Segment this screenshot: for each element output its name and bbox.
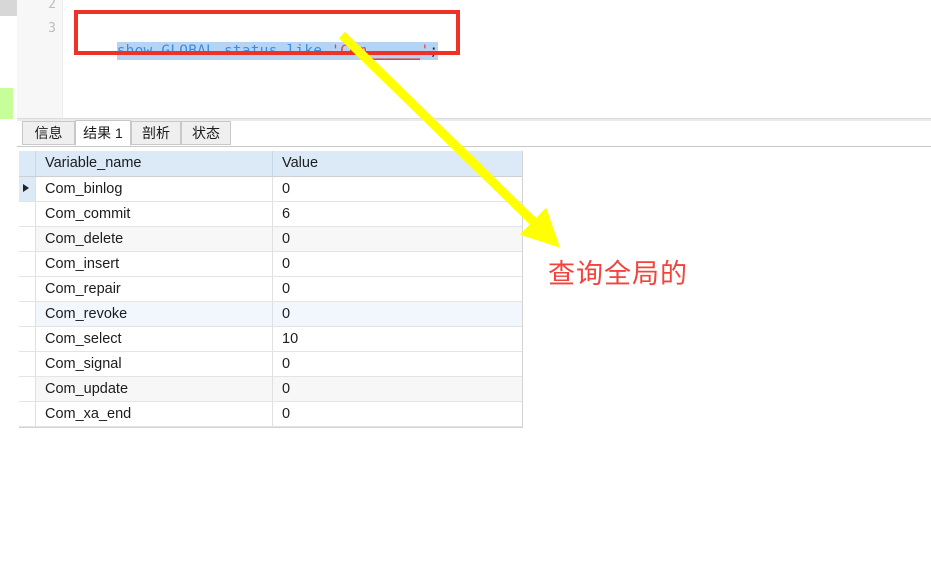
cell-value[interactable]: 0 [273,177,522,201]
table-row[interactable]: Com_signal 0 [19,352,522,377]
cell-variable-name[interactable]: Com_signal [36,352,273,376]
table-row[interactable]: Com_update 0 [19,377,522,402]
cell-variable-name[interactable]: Com_binlog [36,177,273,201]
sql-editor-panel[interactable]: 2 3 show GLOBAL status like 'Com______'; [17,0,931,118]
row-marker-cell[interactable] [19,302,36,326]
table-row[interactable]: Com_delete 0 [19,227,522,252]
results-pane: 信息 结果 1 剖析 状态 Variable_name Value Com_bi… [17,120,931,578]
tab-info[interactable]: 信息 [22,121,75,145]
cell-variable-name[interactable]: Com_revoke [36,302,273,326]
table-row[interactable]: Com_xa_end 0 [19,402,522,427]
grid-header-row: Variable_name Value [19,151,522,177]
cell-value[interactable]: 0 [273,352,522,376]
gutter-gray-marker [0,0,17,16]
line-number-3: 3 [48,21,56,36]
table-row[interactable]: Com_insert 0 [19,252,522,277]
row-marker-cell[interactable] [19,327,36,351]
row-marker-cell[interactable] [19,402,36,426]
gutter-green-marker [0,88,13,119]
sql-highlight-rectangle [74,10,460,55]
table-row[interactable]: Com_select 10 [19,327,522,352]
cell-variable-name[interactable]: Com_select [36,327,273,351]
cell-value[interactable]: 0 [273,402,522,426]
cell-value[interactable]: 6 [273,202,522,226]
results-tab-bar: 信息 结果 1 剖析 状态 [17,120,931,147]
cell-value[interactable]: 0 [273,252,522,276]
current-row-arrow-icon [23,184,29,192]
cell-variable-name[interactable]: Com_xa_end [36,402,273,426]
row-marker-cell[interactable] [19,227,36,251]
grid-body: Com_binlog 0 Com_commit 6 Com_delete 0 Com_ins… [19,177,522,427]
tab-profile[interactable]: 剖析 [131,121,181,145]
cell-value[interactable]: 10 [273,327,522,351]
cell-value[interactable]: 0 [273,377,522,401]
table-row[interactable]: Com_binlog 0 [19,177,522,202]
row-marker-cell[interactable] [19,177,36,201]
table-row[interactable]: Com_commit 6 [19,202,522,227]
row-marker-cell[interactable] [19,352,36,376]
cell-variable-name[interactable]: Com_insert [36,252,273,276]
tab-result-1[interactable]: 结果 1 [75,120,131,146]
row-marker-cell[interactable] [19,252,36,276]
row-marker-cell[interactable] [19,202,36,226]
header-marker-cell [19,151,36,176]
row-marker-cell[interactable] [19,277,36,301]
outer-gutter-strip [0,0,17,578]
result-grid[interactable]: Variable_name Value Com_binlog 0 Com_commi… [19,151,523,428]
tab-status[interactable]: 状态 [181,121,231,145]
cell-variable-name[interactable]: Com_update [36,377,273,401]
cell-variable-name[interactable]: Com_commit [36,202,273,226]
editor-line-number-gutter: 2 3 [17,0,63,118]
column-header-variable-name[interactable]: Variable_name [36,151,273,176]
line-number-2: 2 [48,0,56,12]
row-marker-cell[interactable] [19,377,36,401]
column-header-value[interactable]: Value [273,151,522,176]
cell-variable-name[interactable]: Com_repair [36,277,273,301]
cell-value[interactable]: 0 [273,302,522,326]
table-row[interactable]: Com_repair 0 [19,277,522,302]
table-row[interactable]: Com_revoke 0 [19,302,522,327]
cell-variable-name[interactable]: Com_delete [36,227,273,251]
cell-value[interactable]: 0 [273,277,522,301]
cell-value[interactable]: 0 [273,227,522,251]
